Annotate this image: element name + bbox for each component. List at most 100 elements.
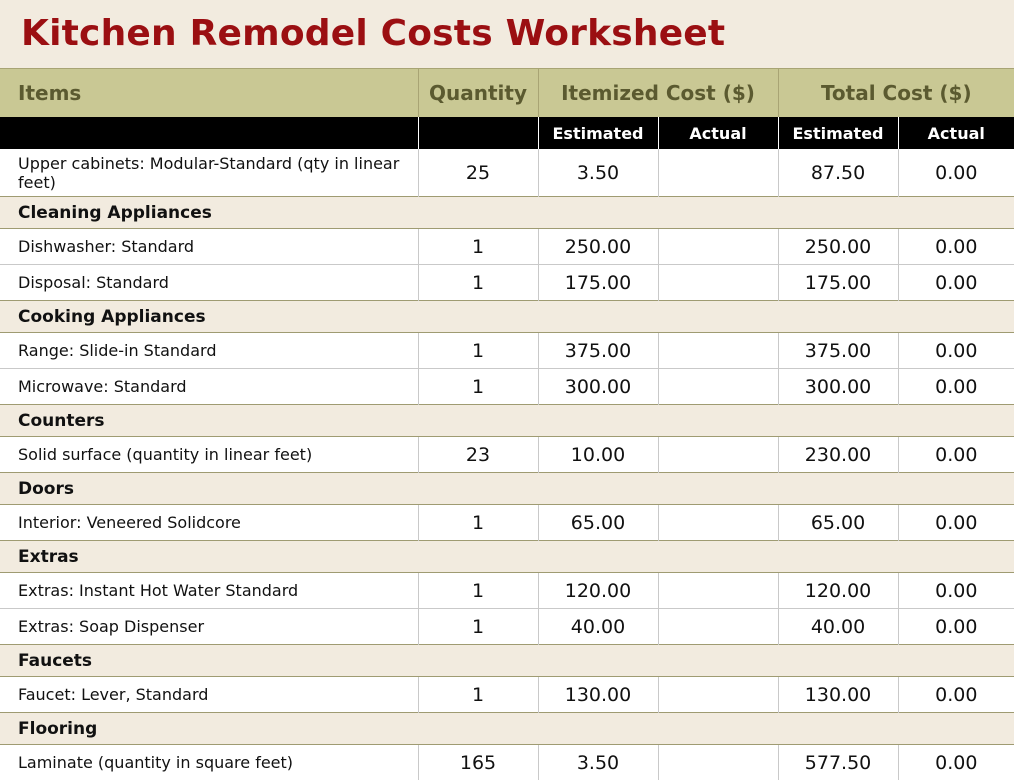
item-cell[interactable]: Upper cabinets: Modular-Standard (qty in… xyxy=(0,149,418,197)
item-cell[interactable]: Extras: Instant Hot Water Standard xyxy=(0,573,418,609)
item-cell[interactable]: Microwave: Standard xyxy=(0,369,418,405)
itemized-actual-cell[interactable] xyxy=(658,369,778,405)
itemized-estimated-cell[interactable]: 250.00 xyxy=(538,229,658,265)
quantity-cell[interactable]: 1 xyxy=(418,505,538,541)
table-row: Range: Slide-in Standard1375.00375.000.0… xyxy=(0,333,1014,369)
category-row: Flooring xyxy=(0,713,1014,745)
itemized-estimated-cell[interactable]: 65.00 xyxy=(538,505,658,541)
category-label[interactable]: Doors xyxy=(0,473,1014,505)
header-quantity[interactable]: Quantity xyxy=(418,69,538,118)
category-label[interactable]: Faucets xyxy=(0,645,1014,677)
quantity-cell[interactable]: 1 xyxy=(418,333,538,369)
category-label[interactable]: Cooking Appliances xyxy=(0,301,1014,333)
itemized-estimated-cell[interactable]: 175.00 xyxy=(538,265,658,301)
total-actual-cell[interactable]: 0.00 xyxy=(898,573,1014,609)
table-row: Extras: Soap Dispenser140.0040.000.00 xyxy=(0,609,1014,645)
itemized-estimated-cell[interactable]: 375.00 xyxy=(538,333,658,369)
item-cell[interactable]: Interior: Veneered Solidcore xyxy=(0,505,418,541)
total-estimated-cell[interactable]: 130.00 xyxy=(778,677,898,713)
category-label[interactable]: Flooring xyxy=(0,713,1014,745)
item-cell[interactable]: Disposal: Standard xyxy=(0,265,418,301)
table-row: Faucet: Lever, Standard1130.00130.000.00 xyxy=(0,677,1014,713)
category-row: Counters xyxy=(0,405,1014,437)
total-actual-cell[interactable]: 0.00 xyxy=(898,229,1014,265)
header-itemized-estimated[interactable]: Estimated xyxy=(538,117,658,149)
table-row: Upper cabinets: Modular-Standard (qty in… xyxy=(0,149,1014,197)
table-row: Dishwasher: Standard1250.00250.000.00 xyxy=(0,229,1014,265)
category-row: Extras xyxy=(0,541,1014,573)
quantity-cell[interactable]: 1 xyxy=(418,573,538,609)
quantity-cell[interactable]: 1 xyxy=(418,369,538,405)
header-itemized-cost[interactable]: Itemized Cost ($) xyxy=(538,69,778,118)
item-cell[interactable]: Range: Slide-in Standard xyxy=(0,333,418,369)
category-label[interactable]: Extras xyxy=(0,541,1014,573)
total-estimated-cell[interactable]: 300.00 xyxy=(778,369,898,405)
table-header: Items Quantity Itemized Cost ($) Total C… xyxy=(0,69,1014,150)
header-itemized-actual[interactable]: Actual xyxy=(658,117,778,149)
total-actual-cell[interactable]: 0.00 xyxy=(898,505,1014,541)
table-row: Disposal: Standard1175.00175.000.00 xyxy=(0,265,1014,301)
total-estimated-cell[interactable]: 230.00 xyxy=(778,437,898,473)
total-actual-cell[interactable]: 0.00 xyxy=(898,149,1014,197)
category-label[interactable]: Cleaning Appliances xyxy=(0,197,1014,229)
total-estimated-cell[interactable]: 175.00 xyxy=(778,265,898,301)
itemized-actual-cell[interactable] xyxy=(658,677,778,713)
header-total-cost[interactable]: Total Cost ($) xyxy=(778,69,1014,118)
quantity-cell[interactable]: 1 xyxy=(418,265,538,301)
item-cell[interactable]: Faucet: Lever, Standard xyxy=(0,677,418,713)
total-estimated-cell[interactable]: 65.00 xyxy=(778,505,898,541)
itemized-actual-cell[interactable] xyxy=(658,265,778,301)
itemized-estimated-cell[interactable]: 10.00 xyxy=(538,437,658,473)
table-row: Extras: Instant Hot Water Standard1120.0… xyxy=(0,573,1014,609)
total-actual-cell[interactable]: 0.00 xyxy=(898,369,1014,405)
total-estimated-cell[interactable]: 375.00 xyxy=(778,333,898,369)
category-label[interactable]: Counters xyxy=(0,405,1014,437)
total-actual-cell[interactable]: 0.00 xyxy=(898,437,1014,473)
itemized-actual-cell[interactable] xyxy=(658,229,778,265)
header-row-secondary: Estimated Actual Estimated Actual xyxy=(0,117,1014,149)
quantity-cell[interactable]: 25 xyxy=(418,149,538,197)
header-row-primary: Items Quantity Itemized Cost ($) Total C… xyxy=(0,69,1014,118)
quantity-cell[interactable]: 23 xyxy=(418,437,538,473)
total-estimated-cell[interactable]: 40.00 xyxy=(778,609,898,645)
itemized-estimated-cell[interactable]: 120.00 xyxy=(538,573,658,609)
itemized-estimated-cell[interactable]: 300.00 xyxy=(538,369,658,405)
total-estimated-cell[interactable]: 87.50 xyxy=(778,149,898,197)
total-estimated-cell[interactable]: 120.00 xyxy=(778,573,898,609)
table-row: Microwave: Standard1300.00300.000.00 xyxy=(0,369,1014,405)
header-items[interactable]: Items xyxy=(0,69,418,118)
category-row: Cooking Appliances xyxy=(0,301,1014,333)
item-cell[interactable]: Dishwasher: Standard xyxy=(0,229,418,265)
itemized-actual-cell[interactable] xyxy=(658,505,778,541)
itemized-actual-cell[interactable] xyxy=(658,573,778,609)
category-row: Doors xyxy=(0,473,1014,505)
itemized-estimated-cell[interactable]: 130.00 xyxy=(538,677,658,713)
total-actual-cell[interactable]: 0.00 xyxy=(898,265,1014,301)
total-actual-cell[interactable]: 0.00 xyxy=(898,677,1014,713)
header-blank-quantity xyxy=(418,117,538,149)
category-row: Cleaning Appliances xyxy=(0,197,1014,229)
header-blank-items xyxy=(0,117,418,149)
total-actual-cell[interactable]: 0.00 xyxy=(898,609,1014,645)
category-row: Faucets xyxy=(0,645,1014,677)
table-row: Solid surface (quantity in linear feet)2… xyxy=(0,437,1014,473)
itemized-actual-cell[interactable] xyxy=(658,437,778,473)
total-actual-cell[interactable]: 0.00 xyxy=(898,333,1014,369)
item-cell[interactable]: Extras: Soap Dispenser xyxy=(0,609,418,645)
item-cell[interactable]: Solid surface (quantity in linear feet) xyxy=(0,437,418,473)
itemized-actual-cell[interactable] xyxy=(658,333,778,369)
cost-worksheet-table: Items Quantity Itemized Cost ($) Total C… xyxy=(0,68,1014,780)
quantity-cell[interactable]: 1 xyxy=(418,677,538,713)
page-title: Kitchen Remodel Costs Worksheet xyxy=(21,12,1014,56)
itemized-actual-cell[interactable] xyxy=(658,149,778,197)
itemized-estimated-cell[interactable]: 40.00 xyxy=(538,609,658,645)
table-body: Upper cabinets: Modular-Standard (qty in… xyxy=(0,149,1014,780)
quantity-cell[interactable]: 1 xyxy=(418,229,538,265)
header-total-estimated[interactable]: Estimated xyxy=(778,117,898,149)
quantity-cell[interactable]: 1 xyxy=(418,609,538,645)
itemized-actual-cell[interactable] xyxy=(658,609,778,645)
total-estimated-cell[interactable]: 250.00 xyxy=(778,229,898,265)
table-row: Interior: Veneered Solidcore165.0065.000… xyxy=(0,505,1014,541)
header-total-actual[interactable]: Actual xyxy=(898,117,1014,149)
itemized-estimated-cell[interactable]: 3.50 xyxy=(538,149,658,197)
